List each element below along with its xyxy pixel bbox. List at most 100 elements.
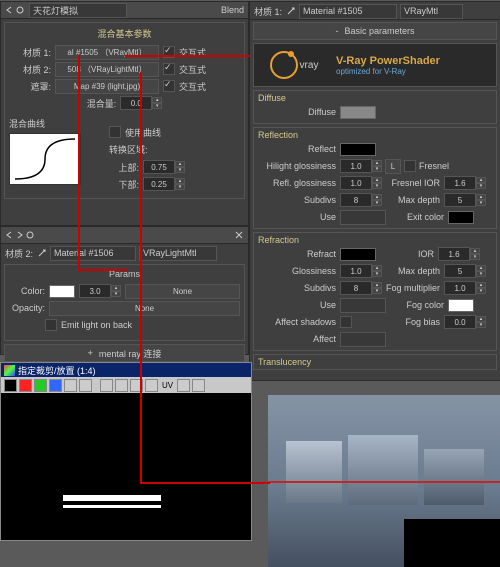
- fresnel-ior-spinner[interactable]: ▴▾: [476, 177, 486, 189]
- l-button[interactable]: L: [385, 159, 401, 174]
- refr-maxdepth-input[interactable]: 5: [444, 264, 476, 278]
- fresnel-checkbox[interactable]: [404, 160, 416, 172]
- hgloss-input[interactable]: 1.0: [340, 159, 372, 173]
- rgloss-input[interactable]: 1.0: [340, 176, 372, 190]
- color-mult-input[interactable]: 3.0: [79, 284, 111, 298]
- mat2-checkbox[interactable]: [163, 63, 175, 75]
- basic-params-header[interactable]: Basic parameters: [344, 26, 414, 36]
- affect-shadows-checkbox[interactable]: [340, 316, 352, 328]
- mat2-type-dropdown[interactable]: VRayLightMtl: [139, 246, 217, 261]
- close-icon[interactable]: [234, 230, 244, 240]
- mat1-name-dropdown[interactable]: Material #1505: [299, 4, 397, 19]
- ior-spinner[interactable]: ▴▾: [470, 248, 480, 260]
- lower-spinner[interactable]: ▴▾: [175, 178, 185, 190]
- mask-button[interactable]: Map #39 (light.jpg): [55, 79, 159, 94]
- refr-subdivs-spinner[interactable]: ▴▾: [372, 282, 382, 294]
- fog-bias-input[interactable]: 0.0: [444, 315, 476, 329]
- refl-subdivs-spinner[interactable]: ▴▾: [372, 194, 382, 206]
- render-titlebar: 指定裁剪/放置 (1:4): [1, 363, 251, 377]
- refr-gloss-spinner[interactable]: ▴▾: [372, 265, 382, 277]
- sphere-icon[interactable]: [15, 5, 25, 15]
- upper-input[interactable]: 0.75: [143, 160, 175, 174]
- fog-color-label: Fog color: [386, 300, 448, 310]
- affect-shadows-label: Affect shadows: [258, 317, 340, 327]
- fog-mult-input[interactable]: 1.0: [444, 281, 476, 295]
- mat1-type-dropdown[interactable]: VRayMtl: [400, 4, 463, 19]
- mask-checkbox[interactable]: [163, 80, 175, 92]
- reflect-swatch[interactable]: [340, 143, 376, 156]
- lower-input[interactable]: 0.25: [143, 177, 175, 191]
- refl-subdivs-label: Subdivs: [258, 195, 340, 205]
- tool-green[interactable]: [34, 379, 47, 392]
- mat2-name-dropdown[interactable]: Material #1506: [50, 246, 136, 261]
- color-swatch[interactable]: [49, 285, 75, 298]
- ior-input[interactable]: 1.6: [438, 247, 470, 261]
- trans-zone-label: 转换区域:: [109, 143, 240, 156]
- mask-label: 遮罩:: [9, 80, 55, 93]
- upper-spinner[interactable]: ▴▾: [175, 161, 185, 173]
- fog-mult-spinner[interactable]: ▴▾: [476, 282, 486, 294]
- pick-icon[interactable]: [286, 6, 296, 16]
- tool-btn[interactable]: [115, 379, 128, 392]
- refract-swatch[interactable]: [340, 248, 376, 261]
- emit-light-checkbox[interactable]: [45, 319, 57, 331]
- opacity-map-button[interactable]: None: [49, 301, 240, 316]
- hgloss-spinner[interactable]: ▴▾: [372, 160, 382, 172]
- nav-fwd-icon[interactable]: [15, 230, 25, 240]
- refl-use-dropdown[interactable]: [340, 210, 386, 225]
- use-curve-checkbox[interactable]: [109, 126, 121, 138]
- color-map-button[interactable]: None: [125, 284, 240, 299]
- sphere-icon[interactable]: [25, 230, 35, 240]
- refl-subdivs-input[interactable]: 8: [340, 193, 372, 207]
- nav-back-icon[interactable]: [5, 230, 15, 240]
- render-viewport[interactable]: [1, 393, 251, 539]
- app-icon: [4, 365, 15, 376]
- tool-alpha[interactable]: [79, 379, 92, 392]
- pick-icon[interactable]: [37, 248, 47, 258]
- refl-exitcolor-swatch[interactable]: [448, 211, 474, 224]
- curve-preview: [9, 133, 81, 185]
- fresnel-ior-input[interactable]: 1.6: [444, 176, 476, 190]
- curve-title: 混合曲线: [9, 117, 109, 130]
- diffuse-title: Diffuse: [258, 93, 492, 103]
- rgloss-label: Refl. glossiness: [258, 178, 340, 188]
- reflection-title: Reflection: [258, 130, 492, 140]
- diffuse-swatch[interactable]: [340, 106, 376, 119]
- tool-black[interactable]: [4, 379, 17, 392]
- tool-blue[interactable]: [49, 379, 62, 392]
- refr-gloss-input[interactable]: 1.0: [340, 264, 372, 278]
- fog-mult-label: Fog multiplier: [382, 283, 444, 293]
- color-mult-spinner[interactable]: ▴▾: [111, 285, 121, 297]
- refl-maxdepth-spinner[interactable]: ▴▾: [476, 194, 486, 206]
- refr-maxdepth-label: Max depth: [382, 266, 444, 276]
- material-name-dropdown[interactable]: 天花灯模拟: [29, 3, 127, 18]
- tool-btn[interactable]: [192, 379, 205, 392]
- refl-maxdepth-input[interactable]: 5: [444, 193, 476, 207]
- mix-amount-input[interactable]: 0.0: [120, 96, 152, 110]
- tool-btn[interactable]: [145, 379, 158, 392]
- refr-maxdepth-spinner[interactable]: ▴▾: [476, 265, 486, 277]
- refl-maxdepth-label: Max depth: [382, 195, 444, 205]
- mix-amount-spinner[interactable]: ▴▾: [152, 97, 162, 109]
- fog-bias-spinner[interactable]: ▴▾: [476, 316, 486, 328]
- mat2-button[interactable]: 508 （VRayLightMtl）: [55, 62, 159, 77]
- ior-label: IOR: [376, 249, 438, 259]
- tool-btn[interactable]: [177, 379, 190, 392]
- mental-ray-section[interactable]: mental ray 连接: [99, 347, 162, 360]
- vray-subtitle: optimized for V-Ray: [336, 67, 440, 76]
- nav-back-icon[interactable]: [5, 5, 15, 15]
- use-curve-label: 使用曲线: [125, 126, 161, 139]
- tool-red[interactable]: [19, 379, 32, 392]
- refr-subdivs-input[interactable]: 8: [340, 281, 372, 295]
- refr-use-dropdown[interactable]: [340, 298, 386, 313]
- tool-btn[interactable]: [100, 379, 113, 392]
- tool-gray[interactable]: [64, 379, 77, 392]
- lower-label: 下部:: [109, 178, 143, 191]
- affect-dropdown[interactable]: [340, 332, 386, 347]
- mat1-label: 材质 1:: [9, 46, 55, 59]
- opacity-label: Opacity:: [9, 303, 49, 313]
- vray-banner: vray V-Ray PowerShaderoptimized for V-Ra…: [253, 43, 497, 87]
- fog-color-swatch[interactable]: [448, 299, 474, 312]
- rgloss-spinner[interactable]: ▴▾: [372, 177, 382, 189]
- mat1-button[interactable]: al #1505 （VRayMtl）: [55, 45, 159, 60]
